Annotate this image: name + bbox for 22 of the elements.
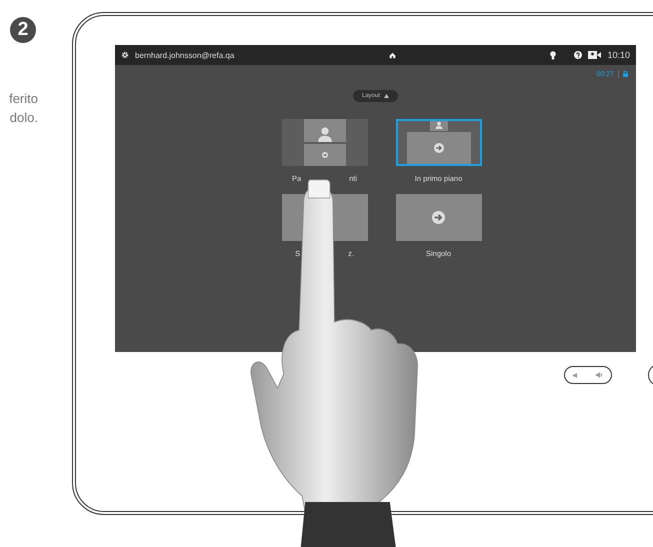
volume-control[interactable] [564,366,612,384]
instruction-text: ferito [8,90,38,108]
home-icon[interactable] [388,52,396,58]
settings-icon[interactable] [121,51,129,59]
arrow-circle-icon [432,211,445,224]
help-icon[interactable] [574,51,582,59]
step-number: 2 [10,17,36,43]
person-icon [316,126,332,142]
user-address: bernhard.johnsson@refa.qa [135,50,234,60]
layout-option[interactable] [282,119,368,166]
lock-icon [623,71,628,77]
layout-option[interactable] [396,194,482,241]
instruction-text: dolo. [8,109,38,127]
lightbulb-icon[interactable] [550,50,556,60]
person-icon [434,121,442,129]
volume-down-icon[interactable] [573,372,578,378]
clock-time: 10:10 [607,50,630,60]
arrow-circle-icon [434,143,444,153]
volume-up-icon[interactable] [596,372,603,378]
camera-icon[interactable] [588,51,602,59]
arrow-circle-icon [322,152,328,158]
layout-option[interactable] [396,119,482,166]
